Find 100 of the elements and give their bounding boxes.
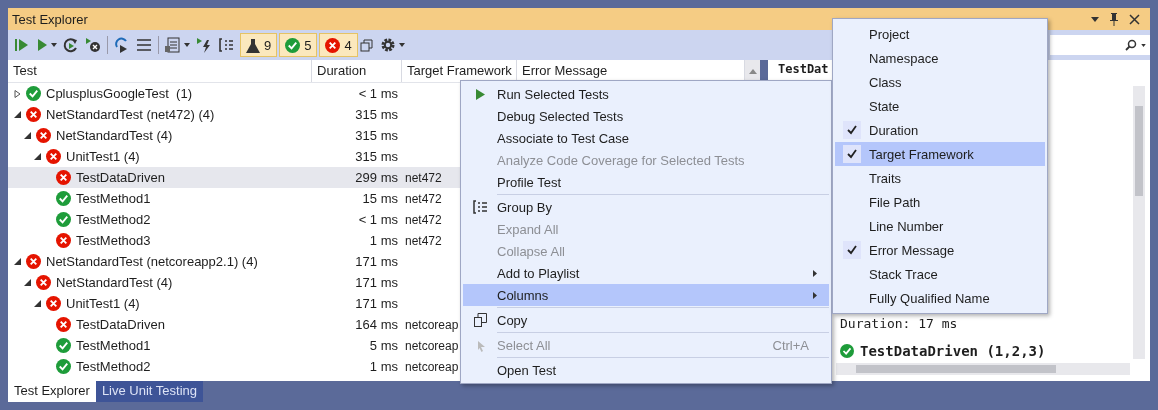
menu-item[interactable]: File Path <box>835 190 1045 214</box>
caret-icon[interactable] <box>51 43 57 47</box>
detail-heading: TestDat <box>778 62 830 76</box>
framework-text: net472 <box>405 212 442 227</box>
result-name: TestDataDriven (1,2,3) <box>860 343 1046 359</box>
test-name: TestMethod2 <box>76 359 151 374</box>
expanded-arrow-icon[interactable] <box>34 300 41 307</box>
debug-step-icon[interactable] <box>114 37 130 53</box>
menu-item[interactable]: Open Test <box>463 359 829 381</box>
menu-item[interactable]: Add to Playlist <box>463 262 829 284</box>
duration-text: 171 ms <box>355 296 398 311</box>
menu-item[interactable]: Duration <box>835 118 1045 142</box>
bottom-tab[interactable]: Live Unit Testing <box>95 381 204 402</box>
error-circle-icon <box>56 233 71 248</box>
test-name: NetStandardTest (4) <box>56 128 173 143</box>
menu-item[interactable]: Fully Qualified Name <box>835 286 1045 310</box>
search-icon <box>1125 39 1137 51</box>
settings-icon[interactable] <box>379 37 396 53</box>
vertical-scrollbar[interactable] <box>1133 86 1145 359</box>
test-name: TestMethod1 <box>76 191 151 206</box>
dropdown-icon[interactable] <box>1091 16 1099 22</box>
test-name: TestMethod2 <box>76 212 151 227</box>
expanded-arrow-icon[interactable] <box>14 258 21 265</box>
error-circle-icon <box>56 170 71 185</box>
menu-item[interactable]: Debug Selected Tests <box>463 105 829 127</box>
menu-item[interactable]: State <box>835 94 1045 118</box>
expanded-arrow-icon[interactable] <box>24 132 31 139</box>
duration-text: 315 ms <box>355 107 398 122</box>
windows-icon[interactable] <box>359 38 374 52</box>
pass-filter-button[interactable]: 5 <box>279 33 318 57</box>
flask-filter-button[interactable]: 9 <box>240 33 278 57</box>
test-name: UnitTest1 (4) <box>66 149 140 164</box>
duration-text: < 1 ms <box>358 86 398 101</box>
duration-text: 299 ms <box>355 170 398 185</box>
check-circle-icon <box>840 344 854 358</box>
expanded-arrow-icon[interactable] <box>34 153 41 160</box>
pin-icon[interactable] <box>1109 12 1119 26</box>
duration-text: 1 ms <box>369 359 398 374</box>
up-arrow-icon <box>748 68 757 74</box>
error-circle-icon <box>36 275 51 290</box>
menu-item[interactable]: Error Message <box>835 238 1045 262</box>
group-by-icon[interactable] <box>218 37 234 53</box>
collapsed-arrow-icon[interactable] <box>14 89 21 98</box>
copy-icon <box>473 313 487 327</box>
duration-text: 315 ms <box>355 128 398 143</box>
menu-item[interactable]: Copy <box>463 309 829 331</box>
error-circle-icon <box>26 254 41 269</box>
cancel-run-icon[interactable] <box>85 37 101 53</box>
duration-text: 1 ms <box>369 233 398 248</box>
menu-item[interactable]: Project <box>835 22 1045 46</box>
duration-text: 5 ms <box>369 338 398 353</box>
group-by-icon <box>472 200 488 214</box>
error-circle-icon <box>56 317 71 332</box>
expanded-arrow-icon[interactable] <box>14 111 21 118</box>
window-title: Test Explorer <box>12 11 89 27</box>
column-header[interactable]: Duration <box>312 60 402 82</box>
check-circle-icon <box>26 86 41 101</box>
menu-item[interactable]: Class <box>835 70 1045 94</box>
duration-text: 171 ms <box>355 275 398 290</box>
error-circle-icon <box>36 128 51 143</box>
caret-icon[interactable] <box>398 43 405 47</box>
test-name: TestMethod3 <box>76 233 151 248</box>
horizontal-scrollbar[interactable] <box>836 363 1130 375</box>
menu-item[interactable]: Stack Trace <box>835 262 1045 286</box>
shortcut-text: Ctrl+A <box>772 337 809 353</box>
duration-detail: Duration: 17 ms <box>840 316 959 331</box>
list-icon[interactable] <box>136 37 152 53</box>
error-circle-icon <box>46 296 61 311</box>
column-header[interactable]: Test <box>8 60 312 82</box>
menu-item[interactable]: Columns <box>463 284 829 306</box>
run-lightning-icon[interactable] <box>196 37 212 53</box>
menu-item[interactable]: Target Framework <box>835 142 1045 166</box>
menu-item[interactable]: Group By <box>463 196 829 218</box>
framework-text: netcoreap <box>405 338 459 353</box>
close-icon[interactable] <box>1129 13 1140 25</box>
duration-text: 315 ms <box>355 149 398 164</box>
bottom-tab[interactable]: Test Explorer <box>8 381 96 402</box>
menu-item[interactable]: Traits <box>835 166 1045 190</box>
search-field[interactable] <box>1050 35 1150 55</box>
flask-icon <box>246 37 260 53</box>
duration-text: 171 ms <box>355 254 398 269</box>
test-name: CplusplusGoogleTest (1) <box>46 86 192 101</box>
playlist-icon[interactable] <box>165 37 181 53</box>
framework-text: net472 <box>405 191 442 206</box>
fail-filter-button[interactable]: 4 <box>319 33 358 57</box>
menu-item[interactable]: Associate to Test Case <box>463 127 829 149</box>
caret-icon[interactable] <box>184 43 190 47</box>
menu-item[interactable]: Line Number <box>835 214 1045 238</box>
test-name: TestMethod1 <box>76 338 151 353</box>
check-circle-icon <box>56 191 71 206</box>
menu-item[interactable]: Run Selected Tests <box>463 83 829 105</box>
caret-icon[interactable] <box>1141 43 1146 47</box>
expanded-arrow-icon[interactable] <box>24 279 31 286</box>
repeat-icon[interactable] <box>63 37 79 53</box>
menu-item[interactable]: Namespace <box>835 46 1045 70</box>
check-circle-icon <box>285 37 301 53</box>
run-all-icon[interactable] <box>14 37 30 53</box>
scroll-up-button[interactable] <box>745 60 760 82</box>
framework-text: netcoreap <box>405 317 459 332</box>
error-circle-icon <box>46 149 61 164</box>
